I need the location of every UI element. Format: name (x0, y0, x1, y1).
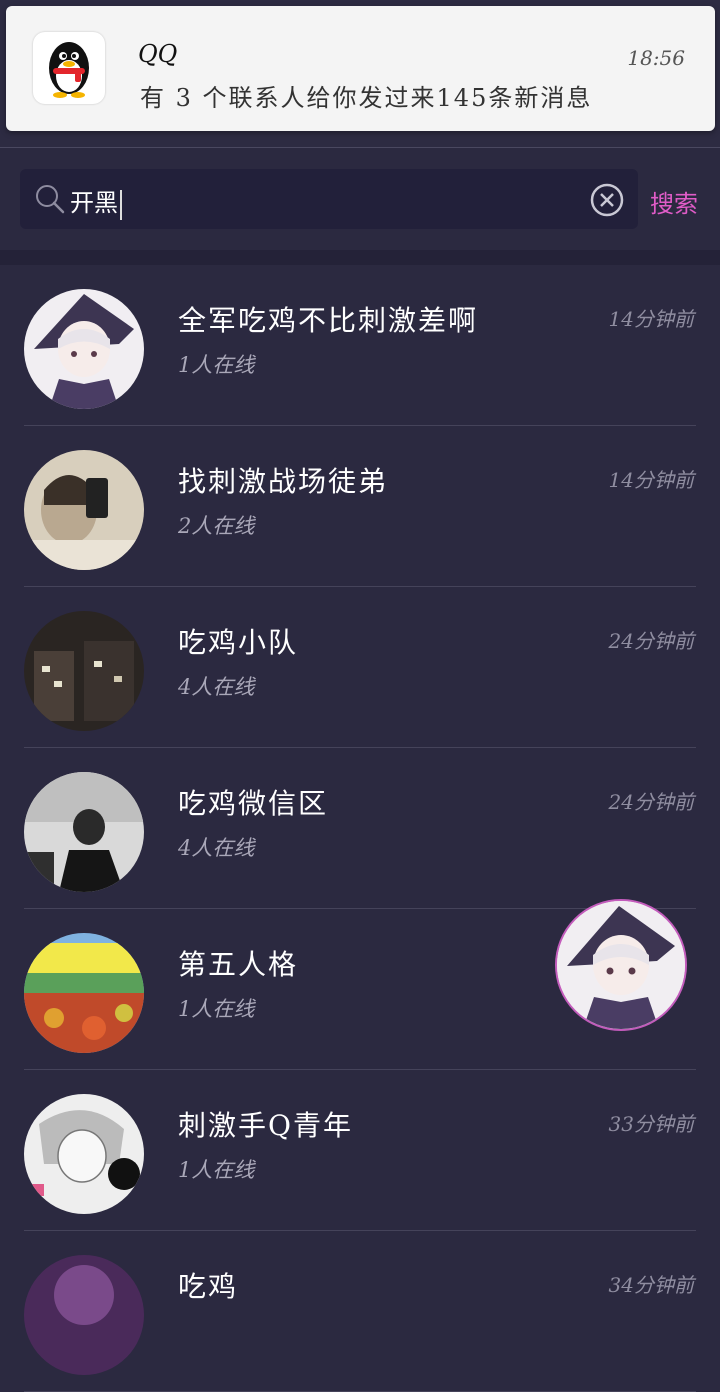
item-title: 刺激手Q青年 (178, 1109, 353, 1142)
item-title: 吃鸡 (178, 1270, 239, 1303)
item-time: 24分钟前 (608, 629, 694, 653)
list-item[interactable]: 吃鸡微信区 4人在线 24分钟前 (0, 748, 720, 909)
list-item[interactable]: 全军吃鸡不比刺激差啊 1人在线 14分钟前 (0, 265, 720, 426)
notification-message: 有 3 个联系人给你发过来145条新消息 (140, 84, 593, 112)
list-item[interactable]: 找刺激战场徒弟 2人在线 14分钟前 (0, 426, 720, 587)
floating-avatar-bubble[interactable] (555, 899, 687, 1031)
item-time: 24分钟前 (608, 790, 694, 814)
item-online-count: 1人在线 (178, 1158, 255, 1182)
search-query: 开黑 (70, 183, 122, 220)
qq-penguin-icon (33, 32, 105, 104)
search-icon (36, 185, 65, 214)
item-online-count: 4人在线 (178, 675, 255, 699)
item-time: 34分钟前 (608, 1273, 694, 1297)
search-button[interactable]: 搜索 (650, 184, 698, 219)
list-item[interactable]: 刺激手Q青年 1人在线 33分钟前 (0, 1070, 720, 1231)
avatar (24, 450, 144, 570)
list-item[interactable]: 吃鸡 34分钟前 (0, 1231, 720, 1392)
results-list: 全军吃鸡不比刺激差啊 1人在线 14分钟前 找刺激战场徒弟 2人在线 14分钟前 (0, 265, 720, 1392)
item-online-count: 1人在线 (178, 997, 255, 1021)
item-title: 找刺激战场徒弟 (178, 465, 389, 498)
avatar (24, 1094, 144, 1214)
item-online-count: 2人在线 (178, 514, 255, 538)
avatar (24, 933, 144, 1053)
item-title: 吃鸡微信区 (178, 787, 329, 820)
item-title: 全军吃鸡不比刺激差啊 (178, 304, 479, 337)
search-input[interactable]: 开黑 (20, 169, 638, 229)
notification-banner[interactable]: QQ 18:56 有 3 个联系人给你发过来145条新消息 (6, 6, 715, 131)
item-online-count: 4人在线 (178, 836, 255, 860)
avatar (24, 611, 144, 731)
clear-icon[interactable] (590, 183, 624, 217)
avatar (24, 289, 144, 409)
divider (0, 147, 720, 148)
item-time: 14分钟前 (608, 468, 694, 492)
item-online-count: 1人在线 (178, 353, 255, 377)
avatar (24, 772, 144, 892)
divider (0, 250, 720, 265)
list-item[interactable]: 吃鸡小队 4人在线 24分钟前 (0, 587, 720, 748)
item-time: 33分钟前 (608, 1112, 694, 1136)
notification-time: 18:56 (627, 46, 685, 70)
avatar (24, 1255, 144, 1375)
notification-app-name: QQ (138, 40, 178, 68)
item-title: 第五人格 (178, 948, 299, 981)
item-title: 吃鸡小队 (178, 626, 299, 659)
item-time: 14分钟前 (608, 307, 694, 331)
